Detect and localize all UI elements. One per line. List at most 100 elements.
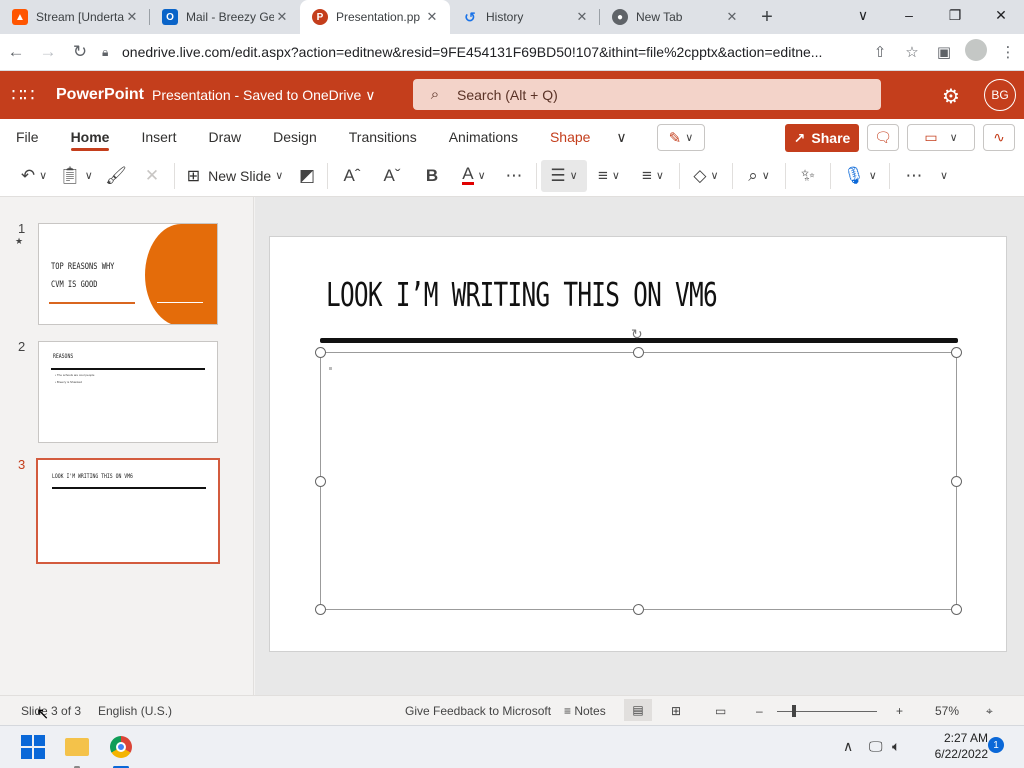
browser-tab-mail[interactable]: O Mail - Breezy Ge ✕ xyxy=(150,0,300,34)
settings-gear-icon[interactable]: ⚙ xyxy=(938,83,964,109)
back-icon[interactable]: ← xyxy=(0,36,32,68)
file-explorer-icon[interactable] xyxy=(63,733,91,761)
system-clock[interactable]: 2:27 AM 6/22/2022 xyxy=(918,730,988,762)
font-color-icon[interactable]: A ∨ xyxy=(452,160,496,192)
format-painter-icon[interactable]: 🖌︎ xyxy=(98,160,134,192)
document-title[interactable]: Presentation - Saved to OneDrive ∨ xyxy=(152,87,402,104)
tab-search-icon[interactable]: ∨ xyxy=(840,0,886,30)
pen-icon[interactable]: ✎ ∨ xyxy=(657,124,705,151)
browser-tab-history[interactable]: ↺ History ✕ xyxy=(450,0,600,34)
tab-transitions[interactable]: Transitions xyxy=(333,119,433,155)
new-tab-button[interactable]: + xyxy=(750,0,784,34)
delete-icon[interactable]: ✕ xyxy=(134,160,170,192)
designer-wand-icon[interactable]: ✨︎ xyxy=(790,160,826,192)
rotate-handle-icon[interactable]: ↻ xyxy=(631,326,643,343)
dictate-microphone-icon[interactable]: 🎙︎ ∨ xyxy=(835,160,885,192)
more-tabs-chevron-icon[interactable]: ∨ xyxy=(606,129,636,146)
resize-handle[interactable] xyxy=(951,604,962,615)
lock-icon[interactable]: 🔒︎ xyxy=(102,45,122,60)
resize-handle[interactable] xyxy=(315,476,326,487)
browser-tab-newtab[interactable]: ● New Tab ✕ xyxy=(600,0,750,34)
align-icon[interactable]: ≡ ∨ xyxy=(631,160,675,192)
url-field[interactable]: 🔒︎ onedrive.live.com/edit.aspx?action=ed… xyxy=(102,38,858,66)
profile-icon[interactable] xyxy=(960,39,992,65)
more-font-options-icon[interactable]: ⋯ xyxy=(496,160,532,192)
reload-icon[interactable]: ↻ xyxy=(64,36,96,68)
close-tab-icon[interactable]: ✕ xyxy=(424,9,440,25)
forward-icon[interactable]: → xyxy=(32,36,64,68)
layout-icon[interactable]: ◩ xyxy=(291,160,323,192)
present-icon[interactable]: ▭ ∨ xyxy=(907,124,975,151)
tab-design[interactable]: Design xyxy=(257,119,333,155)
comments-icon[interactable]: 🗨︎ xyxy=(867,124,899,151)
tab-home[interactable]: Home xyxy=(55,119,126,155)
decrease-font-icon[interactable]: Aˇ xyxy=(372,160,412,192)
numbering-icon[interactable]: ≡ ∨ xyxy=(587,160,631,192)
tab-shape[interactable]: Shape xyxy=(534,119,606,155)
activity-icon[interactable]: ∿ xyxy=(983,124,1015,151)
resize-handle[interactable] xyxy=(315,347,326,358)
url-text[interactable]: onedrive.live.com/edit.aspx?action=editn… xyxy=(122,44,858,60)
resize-handle[interactable] xyxy=(951,347,962,358)
browser-tab-presentation[interactable]: P Presentation.pp ✕ xyxy=(300,0,450,34)
separator xyxy=(536,162,537,189)
app-launcher-icon[interactable]: ∷∷ xyxy=(0,71,46,119)
account-avatar[interactable]: BG xyxy=(984,79,1016,111)
tab-file[interactable]: File xyxy=(0,119,55,155)
close-tab-icon[interactable]: ✕ xyxy=(574,9,590,25)
increase-font-icon[interactable]: Aˆ xyxy=(332,160,372,192)
share-button[interactable]: ↗ Share xyxy=(785,124,859,152)
resize-handle[interactable] xyxy=(315,604,326,615)
tab-animations[interactable]: Animations xyxy=(433,119,534,155)
restore-icon[interactable]: ❐ xyxy=(932,0,978,30)
share-page-icon[interactable]: ⇧ xyxy=(864,43,896,61)
search-box[interactable]: ⌕ Search (Alt + Q) xyxy=(413,79,881,110)
windows-start-icon[interactable] xyxy=(19,733,47,761)
notes-button[interactable]: ≡ Notes xyxy=(564,704,606,718)
minimize-icon[interactable]: – xyxy=(886,0,932,30)
tab-draw[interactable]: Draw xyxy=(192,119,257,155)
network-icon[interactable]: 🖵︎ xyxy=(869,738,883,755)
undo-icon[interactable]: ↶ ∨ xyxy=(14,160,54,192)
close-tab-icon[interactable]: ✕ xyxy=(274,9,290,25)
slide-title[interactable]: LOOK I’M WRITING THIS ON VM6 xyxy=(326,275,718,314)
normal-view-icon[interactable]: ▤ xyxy=(624,699,652,721)
resize-handle[interactable] xyxy=(633,347,644,358)
fit-to-window-icon[interactable]: ⌖ xyxy=(986,704,993,719)
paste-icon[interactable]: 📋︎ ∨ xyxy=(54,160,98,192)
slide-thumbnail-2[interactable]: REASONS • The schools are cool people • … xyxy=(38,341,218,443)
new-slide-button[interactable]: ⊞ New Slide ∨ xyxy=(179,160,291,192)
zoom-in-icon[interactable]: + xyxy=(896,704,903,718)
side-panel-icon[interactable]: ▣ xyxy=(928,43,960,61)
more-commands-icon[interactable]: ⋯ xyxy=(894,160,934,192)
bookmark-star-icon[interactable]: ☆ xyxy=(896,43,928,61)
volume-icon[interactable]: 🔈︎ xyxy=(892,738,900,755)
expand-ribbon-chevron-icon[interactable]: ∨ xyxy=(934,160,954,192)
feedback-link[interactable]: Give Feedback to Microsoft xyxy=(405,704,551,718)
chrome-taskbar-icon[interactable] xyxy=(107,733,135,761)
notification-badge[interactable]: 1 xyxy=(988,737,1004,753)
menu-kebab-icon[interactable]: ⋮ xyxy=(992,43,1024,61)
reading-view-icon[interactable]: ▭ xyxy=(715,704,726,718)
slide-thumbnail-1[interactable]: TOP REASONS WHY CVM IS GOOD xyxy=(38,223,218,325)
zoom-level[interactable]: 57% xyxy=(935,704,959,718)
slide-sorter-icon[interactable]: ⊞ xyxy=(671,704,681,718)
close-window-icon[interactable]: ✕ xyxy=(978,0,1024,30)
resize-handle[interactable] xyxy=(633,604,644,615)
tab-insert[interactable]: Insert xyxy=(125,119,192,155)
find-icon[interactable]: ⌕ ∨ xyxy=(737,160,781,192)
shapes-icon[interactable]: ◇ ∨ xyxy=(684,160,728,192)
app-name[interactable]: PowerPoint xyxy=(56,86,152,104)
slide-thumbnail-3[interactable]: LOOK I'M WRITING THIS ON VM6 xyxy=(36,458,220,564)
language-indicator[interactable]: English (U.S.) xyxy=(98,704,172,718)
bullets-icon[interactable]: ☰ ∨ xyxy=(541,159,587,192)
tray-chevron-icon[interactable]: ∧ xyxy=(843,738,853,755)
bold-icon[interactable]: B xyxy=(412,160,452,192)
resize-handle[interactable] xyxy=(951,476,962,487)
close-tab-icon[interactable]: ✕ xyxy=(124,9,140,25)
browser-tab-stream[interactable]: ▲ Stream [Undertal ✕ xyxy=(0,0,150,34)
close-tab-icon[interactable]: ✕ xyxy=(724,9,740,25)
zoom-out-icon[interactable]: – xyxy=(756,704,763,718)
content-placeholder[interactable] xyxy=(320,352,957,610)
zoom-slider-thumb[interactable] xyxy=(792,705,796,717)
